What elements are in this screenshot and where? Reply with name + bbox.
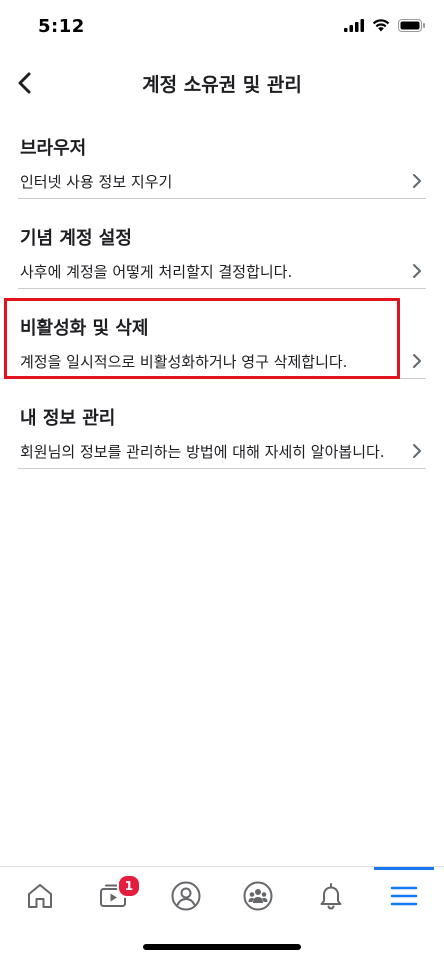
- section-title: 브라우저: [20, 138, 87, 159]
- section-title: 내 정보 관리: [20, 408, 116, 429]
- tab-notifications[interactable]: [301, 868, 361, 924]
- section-title: 비활성화 및 삭제: [20, 318, 149, 339]
- tab-home[interactable]: [10, 868, 70, 924]
- screen: 5:12 계정 소유권 및 관리 브라우저 인터넷 사용 정보 지우기 기념 계…: [0, 0, 444, 961]
- section-manage-info: 내 정보 관리 회원님의 정보를 관리하는 방법에 대해 자세히 알아봅니다.: [18, 390, 426, 480]
- menu-icon: [390, 886, 417, 905]
- deactivation-deletion-row[interactable]: 계정을 일시적으로 비활성화하거나 영구 삭제합니다.: [18, 344, 426, 379]
- cellular-signal-icon: [344, 19, 364, 32]
- row-label: 사후에 계정을 어떻게 처리할지 결정합니다.: [20, 262, 293, 281]
- notification-badge: 1: [116, 873, 141, 898]
- section-deactivation-deletion: 비활성화 및 삭제 계정을 일시적으로 비활성화하거나 영구 삭제합니다.: [18, 300, 426, 390]
- profile-icon: [171, 881, 201, 910]
- section-title: 기념 계정 설정: [20, 228, 132, 249]
- row-label: 회원님의 정보를 관리하는 방법에 대해 자세히 알아봅니다.: [20, 442, 385, 461]
- chevron-right-icon: [410, 352, 424, 370]
- battery-icon: [398, 19, 425, 32]
- clear-browsing-data-row[interactable]: 인터넷 사용 정보 지우기: [18, 164, 426, 199]
- section-memorialization: 기념 계정 설정 사후에 계정을 어떻게 처리할지 결정합니다.: [18, 210, 426, 300]
- chevron-right-icon: [410, 262, 424, 280]
- status-icons: [344, 19, 426, 32]
- home-icon: [28, 883, 53, 908]
- chevron-right-icon: [410, 172, 424, 190]
- memorialization-settings-row[interactable]: 사후에 계정을 어떻게 처리할지 결정합니다.: [18, 254, 426, 289]
- bell-icon: [320, 882, 342, 910]
- tab-profile[interactable]: [156, 868, 216, 924]
- active-tab-indicator: [373, 866, 434, 870]
- row-label: 계정을 일시적으로 비활성화하거나 영구 삭제합니다.: [20, 352, 348, 371]
- section-browser: 브라우저 인터넷 사용 정보 지우기: [18, 120, 426, 210]
- page-title: 계정 소유권 및 관리: [142, 74, 302, 96]
- bottom-tab-bar: 1: [0, 866, 444, 924]
- groups-icon: [243, 881, 273, 910]
- home-indicator: [143, 944, 301, 950]
- tab-watch[interactable]: 1: [83, 868, 143, 924]
- settings-list: 브라우저 인터넷 사용 정보 지우기 기념 계정 설정 사후에 계정을 어떻게 …: [0, 120, 444, 480]
- tab-menu[interactable]: [373, 866, 434, 924]
- manage-info-row[interactable]: 회원님의 정보를 관리하는 방법에 대해 자세히 알아봅니다.: [18, 434, 426, 469]
- row-label: 인터넷 사용 정보 지우기: [20, 172, 173, 191]
- status-bar: 5:12: [0, 0, 444, 56]
- chevron-right-icon: [410, 442, 424, 460]
- status-time: 5:12: [38, 16, 85, 37]
- nav-bar: 계정 소유권 및 관리: [0, 56, 444, 110]
- tab-groups[interactable]: [228, 868, 288, 924]
- wifi-icon: [372, 19, 390, 32]
